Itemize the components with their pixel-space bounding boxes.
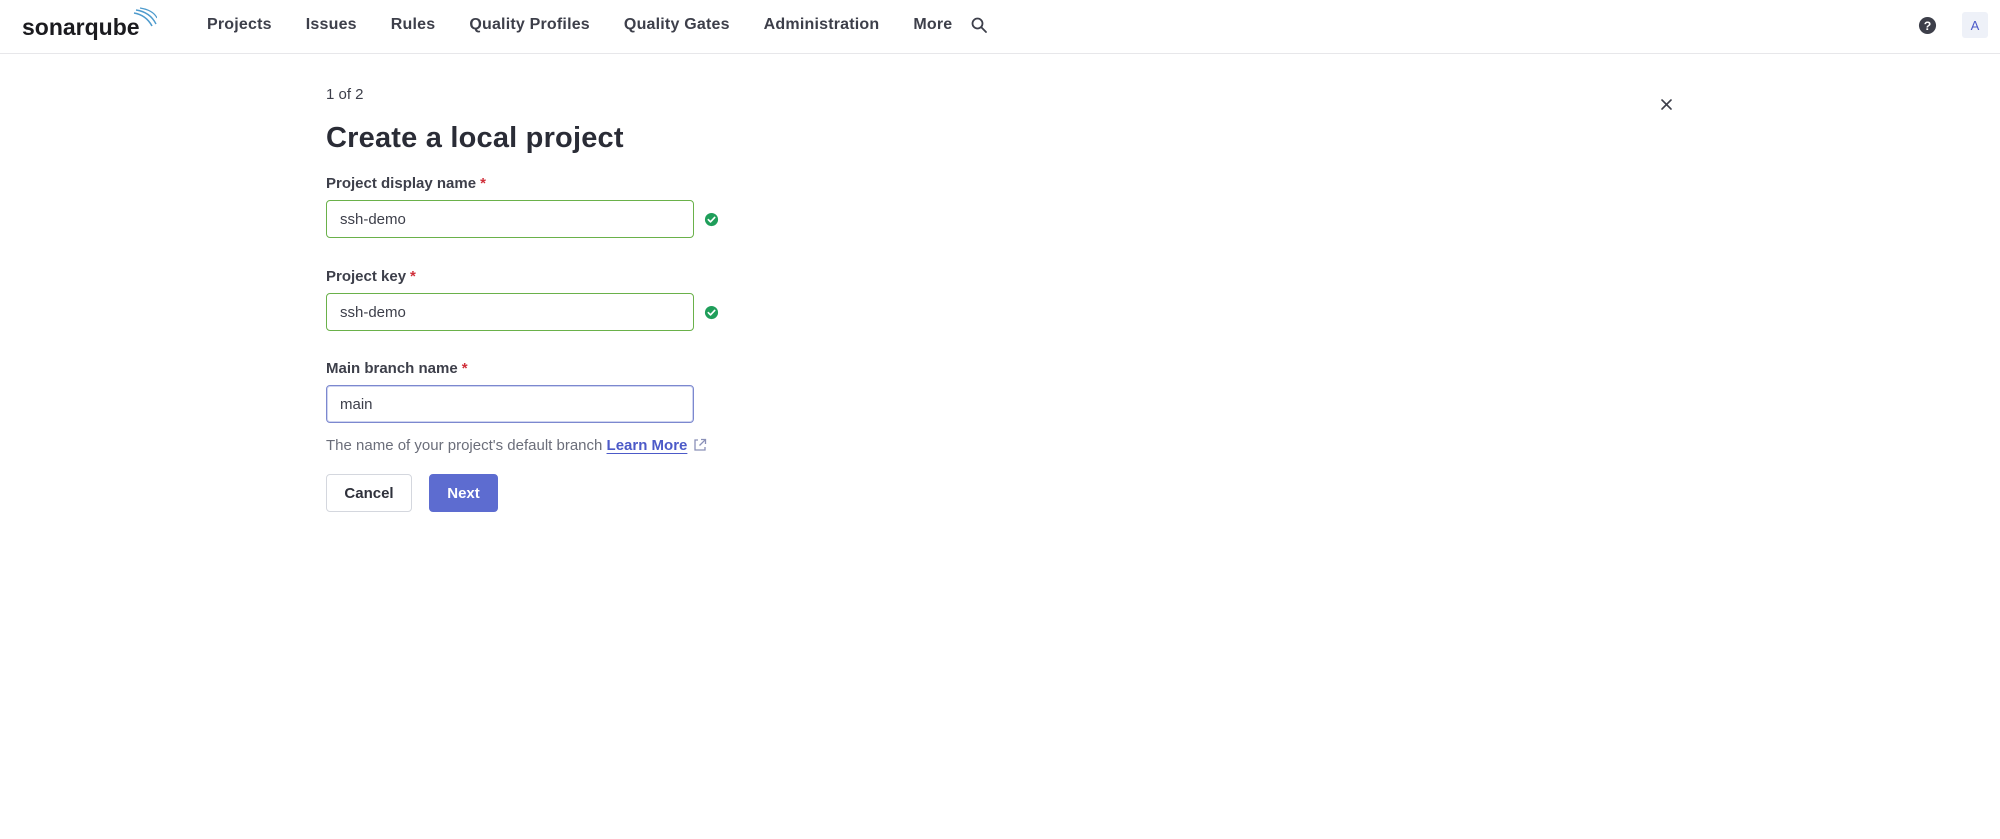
display-name-label: Project display name * xyxy=(326,175,486,192)
main-branch-label: Main branch name * xyxy=(326,360,468,377)
external-link-icon xyxy=(694,438,707,451)
main-nav: Projects Issues Rules Quality Profiles Q… xyxy=(190,0,969,50)
required-marker: * xyxy=(461,360,468,377)
search-icon[interactable] xyxy=(970,16,988,34)
main-branch-input[interactable]: main xyxy=(326,385,694,423)
learn-more-link[interactable]: Learn More xyxy=(607,437,709,454)
create-project-form: 1 of 2 Create a local project Project di… xyxy=(326,86,1676,512)
required-marker: * xyxy=(410,268,416,285)
project-key-input[interactable]: ssh-demo xyxy=(326,293,694,331)
sonarqube-logo[interactable]: sonarqube xyxy=(22,6,157,42)
avatar[interactable]: A xyxy=(1962,12,1988,38)
nav-projects[interactable]: Projects xyxy=(190,16,289,34)
next-button[interactable]: Next xyxy=(429,474,498,512)
project-key-field: Project key * ssh-demo xyxy=(326,268,719,331)
svg-text:sonarqube: sonarqube xyxy=(22,14,140,40)
display-name-input[interactable]: ssh-demo xyxy=(326,200,694,238)
required-marker: * xyxy=(480,175,486,192)
nav-administration[interactable]: Administration xyxy=(747,16,897,34)
form-actions: Cancel Next xyxy=(326,474,498,512)
cancel-button[interactable]: Cancel xyxy=(326,474,412,512)
svg-text:?: ? xyxy=(1924,19,1932,33)
help-icon[interactable]: ? xyxy=(1918,16,1937,35)
nav-more[interactable]: More xyxy=(896,16,969,34)
nav-quality-gates[interactable]: Quality Gates xyxy=(607,16,747,34)
project-key-label: Project key * xyxy=(326,268,416,285)
valid-check-icon xyxy=(704,212,719,227)
display-name-field: Project display name * ssh-demo xyxy=(326,175,719,238)
page-title: Create a local project xyxy=(326,122,624,154)
nav-quality-profiles[interactable]: Quality Profiles xyxy=(452,16,607,34)
top-navigation-bar: sonarqube Projects Issues Rules Quality … xyxy=(0,0,2000,54)
main-branch-helper: The name of your project's default branc… xyxy=(326,437,708,454)
nav-rules[interactable]: Rules xyxy=(374,16,453,34)
nav-issues[interactable]: Issues xyxy=(289,16,374,34)
valid-check-icon xyxy=(704,305,719,320)
main-branch-field: Main branch name * main xyxy=(326,360,694,423)
wizard-step-indicator: 1 of 2 xyxy=(326,86,364,103)
